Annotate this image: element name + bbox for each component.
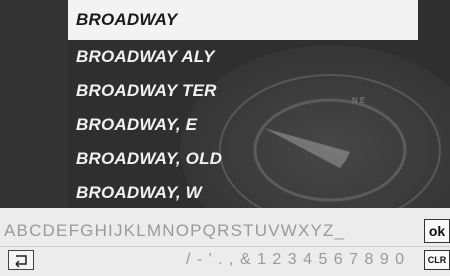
letters-row: ABCDEFGHIJKLMNOPQRSTUVWXYZ_ ok <box>0 218 450 244</box>
list-item[interactable]: BROADWAY TER <box>68 74 418 108</box>
back-arrow-icon <box>15 255 27 268</box>
list-item[interactable]: BROADWAY ALY <box>68 40 418 74</box>
list-item[interactable]: BROADWAY, OLD <box>68 142 418 176</box>
results-list: BROADWAY BROADWAY ALY BROADWAY TER BROADWAY… <box>68 0 418 208</box>
ok-button[interactable]: ok <box>424 219 450 243</box>
list-item[interactable]: BROADWAY, W <box>68 176 418 210</box>
symbols-row: / - ' . , & 1 2 3 4 5 6 7 8 9 0 CLR <box>0 249 450 273</box>
back-button[interactable] <box>8 250 34 270</box>
list-item[interactable]: BROADWAY, E <box>68 108 418 142</box>
clear-button[interactable]: CLR <box>424 250 450 270</box>
left-margin <box>0 0 68 208</box>
symbol-number-keys[interactable]: / - ' . , & 1 2 3 4 5 6 7 8 9 0 <box>186 249 405 271</box>
character-keyboard: ABCDEFGHIJKLMNOPQRSTUVWXYZ_ ok / - ' . ,… <box>0 208 450 276</box>
keyboard-divider <box>0 246 450 247</box>
navigation-screen: N E BROADWAY BROADWAY ALY BROADWAY TER BROA… <box>0 0 450 276</box>
list-item-selected[interactable]: BROADWAY <box>68 0 418 40</box>
letter-keys[interactable]: ABCDEFGHIJKLMNOPQRSTUVWXYZ_ <box>4 218 345 244</box>
